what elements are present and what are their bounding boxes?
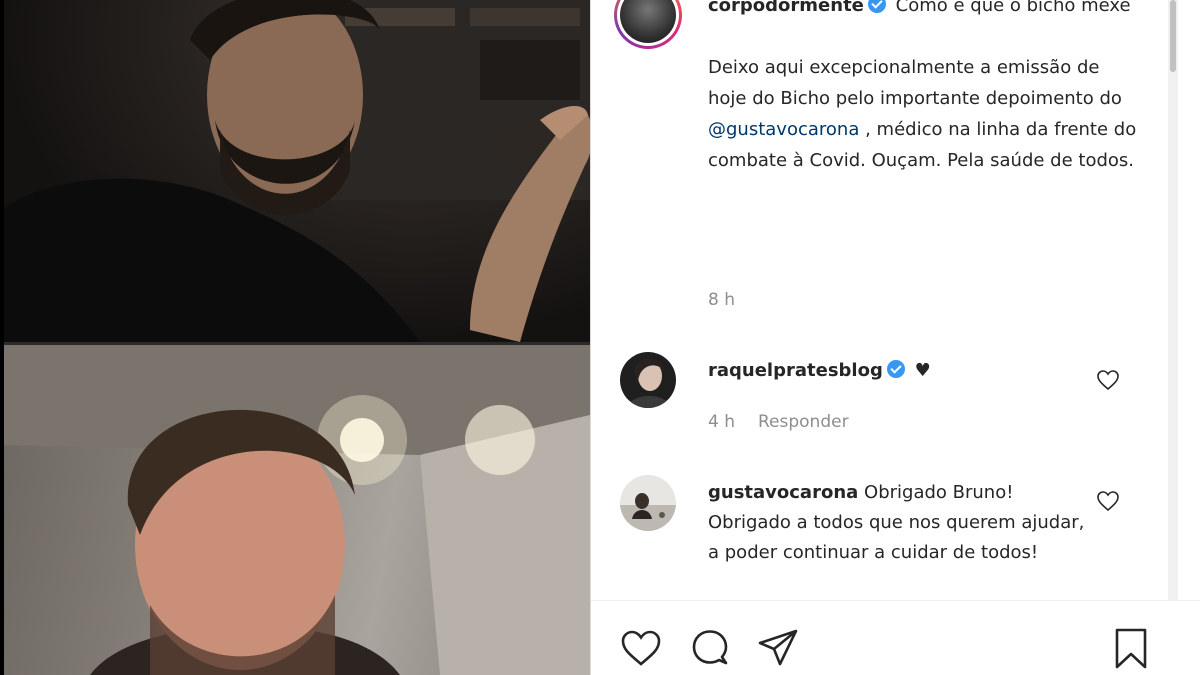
verified-badge-icon bbox=[886, 360, 905, 378]
comment-timestamp[interactable]: 4 h bbox=[708, 412, 735, 432]
post-timestamp[interactable]: 8 h bbox=[708, 290, 735, 310]
comment-item: raquelprates​blog ♥ bbox=[708, 356, 1088, 386]
author-username[interactable]: corpodormente bbox=[708, 0, 864, 16]
window-edge bbox=[0, 0, 4, 675]
comment-username[interactable]: raquelprates​blog bbox=[708, 360, 883, 381]
bookmark-icon[interactable] bbox=[1109, 627, 1153, 671]
post-caption: corpodormente Como é que o bicho mexe De… bbox=[708, 0, 1138, 176]
comment-avatar-image bbox=[620, 352, 676, 408]
guest-video-frame bbox=[0, 345, 590, 675]
caption-text-1: Deixo aqui excepcionalmente a emissão de… bbox=[708, 57, 1122, 109]
reply-button[interactable]: Responder bbox=[758, 412, 849, 432]
heart-icon[interactable] bbox=[619, 627, 663, 671]
comment-item: gustavocarona Obrigado Bruno! Obrigado a… bbox=[708, 478, 1088, 568]
avatar[interactable] bbox=[620, 352, 676, 408]
caption-mention-link[interactable]: @gustavocarona bbox=[708, 119, 859, 140]
live-video-area[interactable] bbox=[0, 0, 590, 675]
caption-title: Como é que o bicho mexe bbox=[895, 0, 1131, 16]
comment-icon[interactable] bbox=[688, 627, 732, 671]
post-action-bar bbox=[591, 600, 1200, 675]
like-comment-heart-icon[interactable] bbox=[1096, 489, 1120, 513]
host-video-frame bbox=[0, 0, 590, 342]
avatar[interactable] bbox=[620, 475, 676, 531]
like-comment-heart-icon[interactable] bbox=[1096, 368, 1120, 392]
comment-avatar-image bbox=[620, 475, 676, 531]
comment-text: ♥ bbox=[914, 360, 931, 381]
scrollbar-thumb[interactable] bbox=[1170, 0, 1176, 72]
comments-scrollbar[interactable] bbox=[1168, 0, 1178, 600]
video-feed-host bbox=[0, 0, 590, 342]
share-icon[interactable] bbox=[756, 627, 800, 671]
comment-username[interactable]: gustavocarona bbox=[708, 482, 858, 503]
video-feed-guest bbox=[0, 345, 590, 675]
verified-badge-icon bbox=[867, 0, 886, 13]
